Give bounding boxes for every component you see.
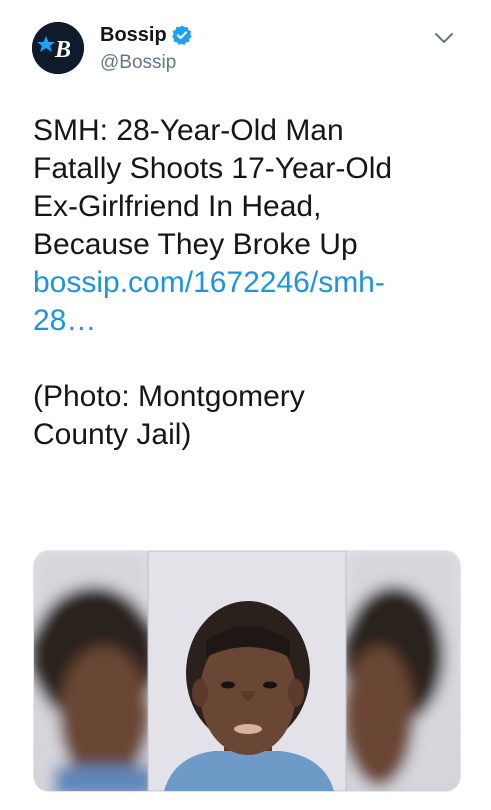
verified-badge-icon (171, 25, 192, 45)
tweet-header: B Bossip @Bossip (0, 0, 491, 100)
tweet-link-line: bossip.com/1672246/smh- (33, 266, 385, 299)
chevron-down-icon[interactable] (432, 26, 456, 50)
tweet-line: Ex-Girlfriend In Head, (33, 190, 322, 223)
mugshot-photo (34, 551, 460, 791)
avatar-letter: B (54, 37, 71, 63)
tweet-line: SMH: 28-Year-Old Man (33, 114, 344, 147)
tweet-line: Fatally Shoots 17-Year-Old (33, 152, 393, 185)
tweet-text: SMH: 28-Year-Old Man Fatally Shoots 17-Ye… (33, 112, 463, 454)
tweet-link[interactable]: bossip.com/1672246/smh- 28… (33, 264, 463, 340)
avatar[interactable]: B (32, 22, 84, 74)
account-handle[interactable]: @Bossip (100, 52, 176, 74)
tweet-line: Because They Broke Up (33, 228, 358, 261)
name-row: Bossip (100, 22, 193, 48)
display-name[interactable]: Bossip (100, 22, 167, 48)
tweet-media[interactable] (33, 550, 461, 792)
bossip-logo-icon: B (32, 22, 84, 74)
tweet-link-line: 28… (33, 304, 97, 337)
caption-line: County Jail) (33, 418, 192, 451)
caption-line: (Photo: Montgomery (33, 380, 305, 413)
